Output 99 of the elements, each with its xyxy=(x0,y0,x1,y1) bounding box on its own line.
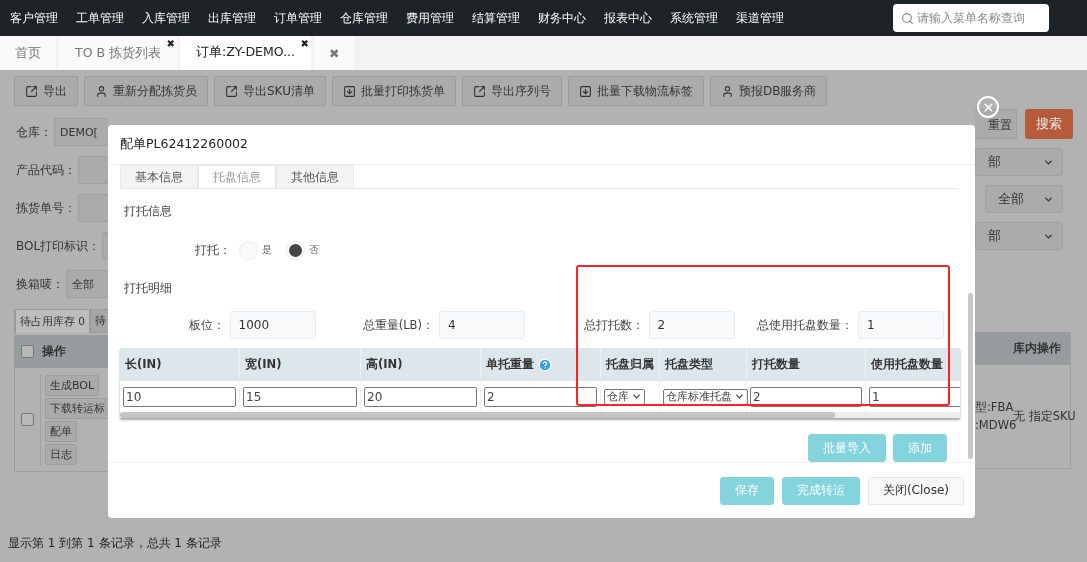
filter-field[interactable]: 全部 xyxy=(66,270,108,298)
page-tab[interactable]: 首页 xyxy=(0,36,56,70)
filter-label: 产品代码： xyxy=(16,161,76,179)
toolbar-button[interactable]: 批量打印拣货单 xyxy=(331,76,456,106)
input-field[interactable]: 20 xyxy=(364,386,477,407)
toolbar-button[interactable]: 导出序列号 xyxy=(461,76,562,106)
toolbar-button[interactable]: 导出 xyxy=(14,76,78,106)
dialog-button[interactable]: 关闭(Close) xyxy=(867,476,964,505)
table-cell-text: 无 指定SKU xyxy=(1013,407,1077,423)
filter-select[interactable]: 全部 xyxy=(985,185,1063,213)
search-icon xyxy=(901,11,914,25)
summary-field[interactable]: 4 xyxy=(439,311,525,339)
nav-menu-item[interactable]: 结算管理 xyxy=(472,10,538,26)
input-field[interactable]: 2 xyxy=(750,386,862,407)
row-action-button[interactable]: 日志 xyxy=(45,443,77,465)
column-header: 长(IN) xyxy=(120,348,240,381)
radio-label: 否 xyxy=(309,243,319,257)
field-label: 总重量(LB)： xyxy=(361,317,434,333)
filter-label: BOL打印标识： xyxy=(16,237,101,255)
row-action-button[interactable]: 生成BOL xyxy=(45,374,100,396)
download-icon xyxy=(342,84,356,98)
input-field[interactable]: 15 xyxy=(243,386,357,407)
page-tab[interactable]: ✖ xyxy=(314,36,355,70)
column-header: 操作 xyxy=(42,343,66,360)
dialog-title: 配单PL62412260002 xyxy=(120,136,248,153)
list-tab[interactable]: 待占用库存 0 xyxy=(15,309,91,333)
nav-menu-item[interactable]: 工单管理 xyxy=(76,10,142,26)
filter-label: 拣货单号： xyxy=(16,199,76,217)
column-header: 使用托盘数量 xyxy=(866,348,960,381)
input-field[interactable]: 2 xyxy=(484,386,597,407)
row-action-button[interactable]: 下载转运标 xyxy=(45,397,108,419)
tab-close-button[interactable]: ✖ xyxy=(166,38,175,49)
help-icon[interactable] xyxy=(538,357,552,372)
caret-icon xyxy=(631,391,642,402)
nav-menu-item[interactable]: 仓库管理 xyxy=(340,10,406,26)
user-icon xyxy=(95,84,108,98)
page-tab[interactable]: 订单:ZY-DEMO... ✖ xyxy=(180,36,311,70)
nav-menu-item[interactable]: 订单管理 xyxy=(274,10,340,26)
filter-field[interactable] xyxy=(78,156,108,184)
filter-field[interactable]: DEMO[ xyxy=(54,118,108,146)
field-label: 板位： xyxy=(187,317,225,333)
column-header: 打托数量 xyxy=(747,348,866,381)
nav-menu-item[interactable]: 系统管理 xyxy=(670,10,736,26)
column-header: 托盘类型 xyxy=(660,348,747,381)
export-icon xyxy=(472,84,486,98)
select-field[interactable]: 仓库 xyxy=(604,388,645,405)
row-checkbox[interactable] xyxy=(21,413,34,426)
column-header: 库内操作 xyxy=(1013,340,1062,357)
toolbar-button[interactable]: 预报DB服务商 xyxy=(709,76,828,106)
nav-menu-item[interactable]: 财务中心 xyxy=(538,10,604,26)
column-header: 托盘归属 xyxy=(601,348,660,381)
field-label: 总使用托盘数量： xyxy=(756,317,853,333)
input-field[interactable]: 10 xyxy=(123,386,236,407)
summary-field[interactable]: 1000 xyxy=(229,311,316,339)
download-icon xyxy=(578,84,592,98)
page-tab[interactable]: TO B 拣货列表 ✖ xyxy=(59,36,177,70)
export-icon xyxy=(25,84,38,98)
tab-close-button[interactable]: ✖ xyxy=(300,38,309,49)
toolbar-button[interactable]: 批量下载物流标签 xyxy=(567,76,704,106)
filter-select[interactable]: 部 xyxy=(975,148,1063,176)
close-icon xyxy=(981,100,995,114)
list-tab[interactable]: 待 xyxy=(90,309,108,333)
nav-menu-item[interactable]: 入库管理 xyxy=(142,10,208,26)
close-button[interactable] xyxy=(977,96,999,118)
reset-button[interactable]: 重置 xyxy=(975,109,1017,139)
pagination-info: 显示第 1 到第 1 条记录，总共 1 条记录 xyxy=(7,534,223,552)
column-header: 高(IN) xyxy=(361,348,481,381)
caret-icon xyxy=(734,391,745,402)
menu-search-field[interactable]: 请输入菜单名称查询 xyxy=(893,4,1049,32)
filter-label: 换箱唛： xyxy=(16,275,64,293)
filter-field[interactable] xyxy=(102,232,108,260)
radio-button[interactable] xyxy=(286,240,305,260)
dialog-tab[interactable]: 其他信息 xyxy=(276,165,354,188)
column-header: 宽(IN) xyxy=(240,348,361,381)
section-title: 打托信息 xyxy=(123,203,173,220)
dialog-tab[interactable]: 基本信息 xyxy=(120,165,198,188)
select-field[interactable]: 仓库标准托盘 xyxy=(663,388,748,405)
select-all-checkbox[interactable] xyxy=(21,345,34,358)
filter-label: 仓库： xyxy=(16,123,52,141)
radio-label: 是 xyxy=(262,243,272,257)
nav-menu-item[interactable]: 费用管理 xyxy=(406,10,472,26)
search-button[interactable]: 搜索 xyxy=(1025,109,1073,139)
filter-field[interactable] xyxy=(78,194,108,222)
nav-menu-item[interactable]: 报表中心 xyxy=(604,10,670,26)
summary-field[interactable]: 1 xyxy=(858,311,944,339)
toolbar-button[interactable]: 导出SKU清单 xyxy=(214,76,326,106)
toolbar-button[interactable]: 重新分配拣货员 xyxy=(84,76,208,106)
field-label: 打托： xyxy=(195,241,231,259)
field-label: 总打托数： xyxy=(582,317,644,333)
export-icon xyxy=(225,84,238,98)
column-header: 单托重量 xyxy=(481,348,601,381)
nav-menu-item[interactable]: 出库管理 xyxy=(208,10,274,26)
filter-select[interactable]: 部 xyxy=(975,222,1063,250)
nav-menu-item[interactable]: 渠道管理 xyxy=(736,10,802,26)
section-title: 打托明细 xyxy=(123,280,173,297)
summary-field[interactable]: 2 xyxy=(648,311,735,339)
nav-menu-item[interactable]: 客户管理 xyxy=(10,10,76,26)
user-icon xyxy=(720,84,734,98)
row-action-button[interactable]: 配单 xyxy=(45,420,77,442)
